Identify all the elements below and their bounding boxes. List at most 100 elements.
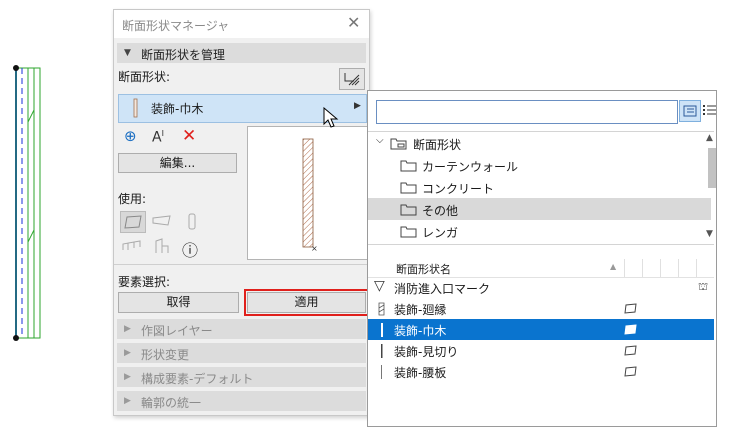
close-icon[interactable]: ✕ <box>347 13 360 32</box>
tree-item-concrete[interactable]: コンクリート <box>368 176 711 198</box>
panel-label: 形状変更 <box>141 348 190 362</box>
tree-item-label: その他 <box>422 204 459 218</box>
profile-shape-icon <box>381 344 383 358</box>
tree-scrollbar[interactable]: ▲ ▼ <box>706 133 716 243</box>
divider <box>114 264 369 265</box>
dialog-title: 断面形状マネージャ <box>122 19 230 33</box>
list-header: 断面形状名 ▲ <box>368 259 714 278</box>
profile-browser-popup: ⌵ 断面形状 カーテンウォール コンクリート その他 レンガ ▲ ▼ 断面形状名… <box>367 90 717 427</box>
submenu-arrow-icon: ▶ <box>354 101 361 111</box>
profile-shape-icon <box>381 365 382 379</box>
beam-usage-icon[interactable] <box>150 211 174 231</box>
list-item[interactable]: ▽ 消防進入口マーク ⛫ <box>368 277 714 298</box>
collapsed-triangle-icon: ▶ <box>124 324 131 334</box>
tree-item-brick[interactable]: レンガ <box>368 220 711 242</box>
list-item-label: 装飾-巾木 <box>394 324 447 338</box>
folder-icon <box>400 226 417 238</box>
panel-label: 構成要素-デフォルト <box>141 372 254 386</box>
tree-view-button[interactable] <box>679 100 701 122</box>
profile-manager-dialog: 断面形状マネージャ ✕ ▼ 断面形状を管理 断面形状: 装飾-巾木 ▶ ⊕ AI… <box>113 9 370 416</box>
panel-outline-unify[interactable]: ▶ 輪郭の統一 <box>117 391 366 411</box>
list-item-label: 消防進入口マーク <box>394 282 491 296</box>
panel-label: 作図レイヤー <box>141 324 213 338</box>
folder-icon <box>400 160 417 172</box>
rename-icon[interactable]: AI <box>152 129 164 146</box>
list-item-selected[interactable]: 装飾-巾木 <box>368 319 714 340</box>
search-input[interactable] <box>376 100 678 124</box>
collapsed-triangle-icon: ▶ <box>124 372 131 382</box>
usage-wall-icon <box>624 303 637 314</box>
list-item[interactable]: 装飾-腰板 <box>368 361 714 382</box>
expanded-triangle-icon: ▼ <box>124 48 131 58</box>
panel-drawing-layer[interactable]: ▶ 作図レイヤー <box>117 319 366 339</box>
list-view-icon <box>703 105 716 115</box>
col-divider <box>642 259 643 277</box>
folder-tree: ⌵ 断面形状 カーテンウォール コンクリート その他 レンガ <box>368 131 714 245</box>
profile-thumb-icon <box>133 98 138 118</box>
list-item-label: 装飾-見切り <box>394 345 459 359</box>
tree-item-label: コンクリート <box>422 182 495 196</box>
marker-triangle-icon: ▽ <box>374 278 385 294</box>
panel-shape-change[interactable]: ▶ 形状変更 <box>117 343 366 363</box>
get-button[interactable]: 取得 <box>118 292 239 313</box>
profile-shape-icon <box>381 323 383 337</box>
profile-preview-drawing: × <box>302 138 318 253</box>
tree-item-label: カーテンウォール <box>422 160 519 174</box>
list-item[interactable]: 装飾-見切り <box>368 340 714 361</box>
svg-text:×: × <box>311 244 318 253</box>
tree-item-curtainwall[interactable]: カーテンウォール <box>368 154 711 176</box>
profile-shape-icon <box>378 302 385 316</box>
list-view-button[interactable] <box>703 102 717 118</box>
folder-icon <box>400 204 417 216</box>
sort-asc-icon[interactable]: ▲ <box>610 262 616 271</box>
tree-root-label: 断面形状 <box>413 138 462 152</box>
title-bar: 断面形状マネージャ ✕ <box>114 10 369 38</box>
delete-icon[interactable]: ✕ <box>182 126 196 146</box>
folder-library-icon <box>390 138 407 150</box>
panel-label: 輪郭の統一 <box>141 396 202 410</box>
col-divider <box>696 259 697 277</box>
mouse-cursor-icon <box>323 107 339 128</box>
usage-label: 使用: <box>118 192 147 206</box>
tree-item-label: レンガ <box>422 226 459 240</box>
tree-root[interactable]: ⌵ 断面形状 <box>368 132 711 154</box>
tree-item-other[interactable]: その他 <box>368 198 711 220</box>
column-header-name[interactable]: 断面形状名 <box>396 261 451 277</box>
manage-panel-header[interactable]: ▼ 断面形状を管理 <box>117 43 366 63</box>
col-divider <box>660 259 661 277</box>
info-icon[interactable]: ⓘ <box>182 237 198 261</box>
collapsed-triangle-icon: ▶ <box>124 396 131 406</box>
profile-settings-button[interactable] <box>339 68 365 90</box>
folder-icon <box>400 182 417 194</box>
profile-label: 断面形状: <box>118 70 171 84</box>
scroll-up-icon[interactable]: ▲ <box>706 133 713 143</box>
list-item-label: 装飾-廻縁 <box>394 303 447 317</box>
usage-wall-icon <box>624 345 637 356</box>
edit-button[interactable]: 編集... <box>118 153 237 173</box>
usage-wall-icon <box>624 366 637 377</box>
chevron-down-icon[interactable]: ⌵ <box>376 135 384 146</box>
collapsed-triangle-icon: ▶ <box>124 348 131 358</box>
col-divider <box>624 259 625 277</box>
list-item-label: 装飾-腰板 <box>394 366 447 380</box>
tree-view-icon <box>683 105 697 117</box>
usage-wall-icon <box>624 324 637 335</box>
wall-drawing[interactable] <box>8 62 44 344</box>
panel-component-default[interactable]: ▶ 構成要素-デフォルト <box>117 367 366 387</box>
scroll-down-icon[interactable]: ▼ <box>706 229 713 239</box>
element-select-label: 要素選択: <box>118 275 171 289</box>
add-profile-icon[interactable]: ⊕ <box>124 127 137 145</box>
col-divider <box>678 259 679 277</box>
object-icon: ⛫ <box>698 280 709 293</box>
selected-profile-name: 装飾-巾木 <box>151 102 204 116</box>
column-usage-icon[interactable] <box>180 211 204 231</box>
wall-usage-icon[interactable] <box>120 211 146 233</box>
profile-settings-icon <box>344 73 360 86</box>
profile-preview: × <box>247 126 369 260</box>
railing-usage-icon[interactable] <box>120 236 144 256</box>
manage-panel-label: 断面形状を管理 <box>141 48 226 62</box>
apply-button[interactable]: 適用 <box>244 289 369 316</box>
list-item[interactable]: 装飾-廻縁 <box>368 298 714 319</box>
object-usage-icon[interactable] <box>150 236 174 256</box>
scroll-thumb[interactable] <box>708 148 716 188</box>
